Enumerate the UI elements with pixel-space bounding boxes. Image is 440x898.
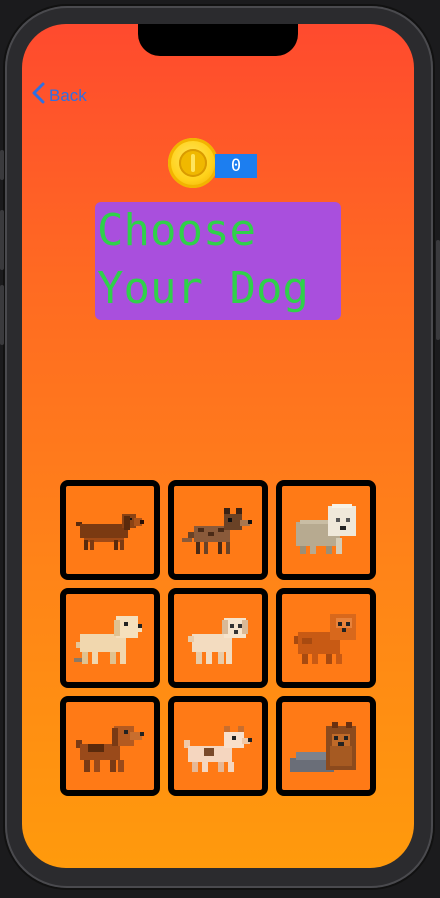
chevron-left-icon (32, 82, 45, 109)
dog-grid (60, 480, 376, 796)
pomeranian-icon (294, 614, 356, 664)
page-title: Choose Your Dog (95, 202, 341, 320)
volume-down-button (0, 285, 4, 345)
back-label: Back (49, 85, 87, 105)
yorkie-icon (290, 722, 356, 772)
dog-tile-german-shepherd[interactable] (168, 480, 268, 580)
dachshund-icon (76, 514, 144, 550)
sheepdog-icon (296, 504, 356, 554)
dog-tile-beagle[interactable] (60, 696, 160, 796)
mute-switch (0, 150, 4, 180)
coin-count: 0 (215, 154, 257, 178)
jack-russell-icon (184, 726, 252, 772)
dog-tile-dachshund[interactable] (60, 480, 160, 580)
dog-tile-yorkie[interactable] (276, 696, 376, 796)
dog-tile-golden-retriever[interactable] (60, 588, 160, 688)
dog-tile-sheepdog[interactable] (276, 480, 376, 580)
back-button[interactable]: Back (32, 82, 87, 109)
golden-retriever-icon (74, 616, 142, 664)
dog-tile-pomeranian[interactable] (276, 588, 376, 688)
coin-icon (168, 138, 218, 188)
dog-tile-jack-russell[interactable] (168, 696, 268, 796)
german-shepherd-icon (182, 508, 252, 554)
game-screen: Back 0 Choose Your Dog (22, 24, 414, 868)
power-button (436, 240, 440, 340)
dog-tile-poodle[interactable] (168, 588, 268, 688)
volume-up-button (0, 210, 4, 270)
notch (138, 24, 298, 56)
poodle-icon (188, 618, 248, 664)
beagle-icon (76, 726, 144, 772)
